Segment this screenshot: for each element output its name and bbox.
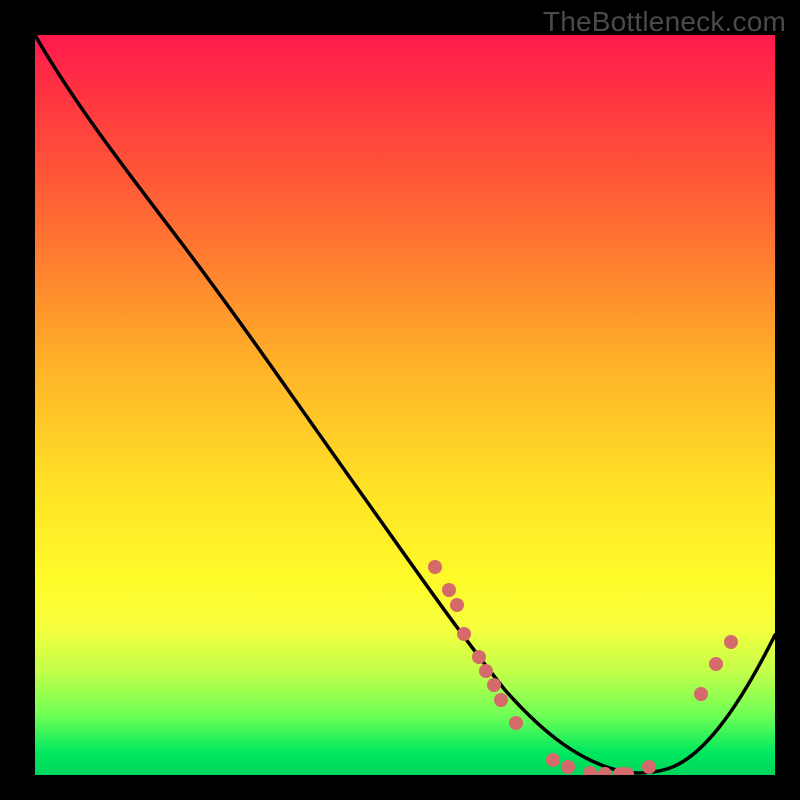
highlight-dots (428, 560, 738, 775)
watermark-label: TheBottleneck.com (543, 6, 786, 38)
chart-area (35, 35, 775, 775)
curve-path (35, 35, 775, 773)
bottleneck-curve (35, 35, 775, 775)
